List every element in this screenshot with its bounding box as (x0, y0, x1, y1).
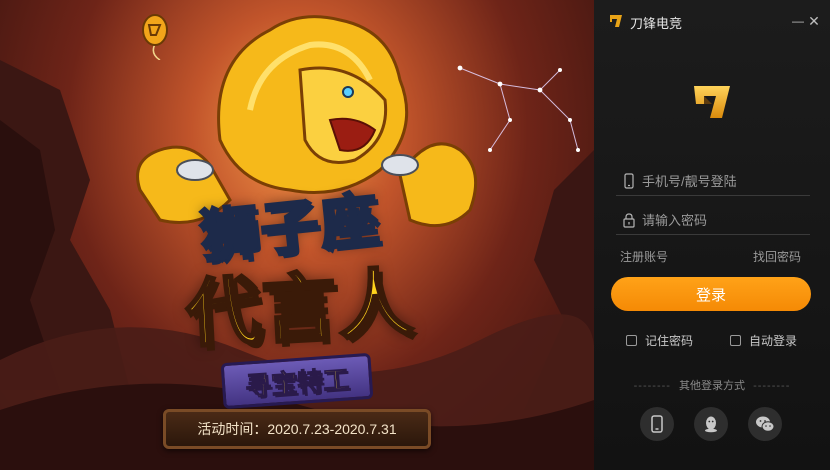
wechat-icon (756, 416, 775, 432)
promo-title: 狮子座 代言人 (150, 183, 450, 359)
divider-dashes-right: -------- (753, 380, 791, 392)
brand-logo-icon (694, 86, 730, 118)
app-name: 刀锋电竞 (630, 16, 683, 31)
divider-dashes-left: -------- (633, 380, 671, 392)
app-logo-icon (610, 15, 622, 27)
auto-login-label: 自动登录 (749, 334, 798, 348)
phone-login-button[interactable] (640, 407, 674, 441)
phone-input[interactable] (642, 170, 808, 192)
password-field (616, 205, 810, 235)
login-button[interactable]: 登录 (611, 277, 811, 311)
promo-banner: 狮子座 代言人 寻宝特工 活动时间：2020.7.23-2020.7.31 (0, 0, 594, 470)
qq-login-button[interactable] (694, 407, 728, 441)
login-panel: 刀锋电竞 — ✕ 注册账号 找回密码 (594, 0, 830, 470)
mobile-phone-icon (651, 415, 663, 433)
close-button[interactable]: ✕ (804, 11, 824, 31)
remember-password-checkbox[interactable]: 记住密码 (626, 332, 693, 349)
checkbox-box[interactable] (626, 335, 637, 346)
event-time-board: 活动时间：2020.7.23-2020.7.31 (163, 409, 431, 449)
remember-password-label: 记住密码 (645, 334, 694, 348)
qq-penguin-icon (705, 416, 717, 433)
mobile-phone-icon (624, 173, 634, 189)
other-login-methods-heading: -------- 其他登录方式 -------- (594, 377, 830, 393)
close-icon: ✕ (808, 12, 820, 29)
register-link[interactable]: 注册账号 (620, 248, 668, 265)
window-titlebar[interactable]: 刀锋电竞 — ✕ (594, 0, 830, 44)
checkbox-box[interactable] (730, 335, 741, 346)
password-input[interactable] (642, 209, 808, 231)
forgot-password-link[interactable]: 找回密码 (753, 248, 801, 265)
medallion-coin-icon (142, 14, 168, 60)
other-login-methods-label: 其他登录方式 (679, 380, 745, 392)
wechat-login-button[interactable] (748, 407, 782, 441)
phone-field (616, 166, 810, 196)
minimize-icon: — (792, 14, 804, 28)
event-time-text: 活动时间：2020.7.23-2020.7.31 (197, 421, 397, 437)
promo-title-line2: 代言人 (183, 258, 418, 359)
lock-icon (623, 213, 635, 228)
auto-login-checkbox[interactable]: 自动登录 (730, 332, 797, 349)
